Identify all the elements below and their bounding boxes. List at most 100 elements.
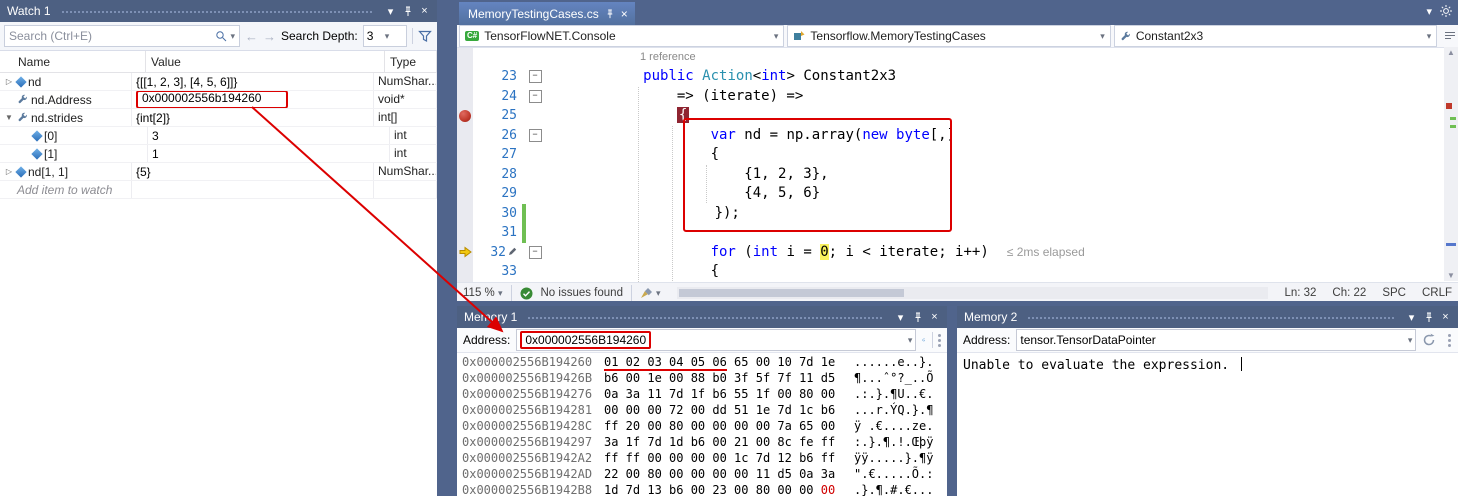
search-input[interactable]: Search (Ctrl+E) ▾ [4,25,240,47]
gear-icon[interactable] [1440,5,1452,17]
search-back-icon[interactable]: ← [245,29,258,44]
navbar-overflow-icon[interactable] [1444,31,1456,41]
close-icon[interactable]: × [1437,309,1454,325]
chevron-down-icon[interactable]: ▾ [230,31,235,42]
toolbar-overflow-icon[interactable] [938,334,941,347]
column-header-type[interactable]: Type [385,51,437,72]
field-icon [15,166,26,177]
code-line[interactable]: 32− for (int i = 0; i < iterate; i++)≤ 2… [457,243,1458,263]
project-dropdown[interactable]: C# TensorFlowNET.Console ▾ [459,25,784,47]
watch-type: int [390,145,437,162]
memory2-message-area[interactable]: Unable to evaluate the expression. [957,353,1458,496]
code-line[interactable]: 24− => (iterate) => [457,87,1458,107]
member-dropdown[interactable]: Constant2x3 ▾ [1114,25,1437,47]
memory1-titlebar[interactable]: Memory 1 ▾ × [457,306,947,328]
scrollbar-thumb[interactable] [679,289,904,297]
status-eol[interactable]: CRLF [1422,287,1452,299]
filter-icon[interactable] [418,30,432,43]
pin-icon[interactable] [399,3,416,19]
chevron-down-icon[interactable]: ▾ [1408,335,1413,346]
code-cleanup-button[interactable]: ▾ [640,287,661,299]
code-line[interactable]: 27 { [457,145,1458,165]
code-line[interactable]: 31 [457,223,1458,243]
watch-name: Add item to watch [17,182,112,198]
window-position-button[interactable]: ▾ [892,309,909,325]
editor-vertical-scrollbar[interactable]: ▲ ▼ [1444,47,1458,281]
codelens-reference-hint[interactable]: 1 reference [640,51,696,63]
row-expander-icon[interactable]: ▷ [4,74,14,90]
horizontal-scrollbar[interactable] [677,287,1269,299]
refresh-icon[interactable] [922,333,925,347]
status-spc[interactable]: SPC [1382,287,1406,299]
chevron-down-icon[interactable]: ▾ [908,335,913,346]
address-input[interactable]: 0x000002556B194260 ▾ [516,329,916,351]
memory-dump[interactable]: 0x000002556B19426001 02 03 04 05 06 65 0… [457,353,947,496]
window-position-button[interactable]: ▾ [382,3,399,19]
line-number: 32 [473,245,522,260]
scroll-down-icon[interactable]: ▼ [1444,271,1458,280]
tab-memorytestingcases[interactable]: MemoryTestingCases.cs × [459,2,635,25]
fold-collapse-box[interactable]: − [529,90,542,103]
memory-bytes: 0a 3a 11 7d 1f b6 55 1f 00 80 00 [604,386,854,402]
code-line[interactable]: 26− var nd = np.array(new byte[,] [457,126,1458,146]
address-input[interactable]: tensor.TensorDataPointer ▾ [1016,329,1416,351]
watch-row[interactable]: nd.Address0x000002556b194260void* [0,91,437,109]
memory-row: 0x000002556B19426001 02 03 04 05 06 65 0… [462,354,947,370]
row-expander-icon[interactable]: ▷ [4,164,14,180]
window-position-button[interactable]: ▾ [1403,309,1420,325]
watch-row[interactable]: Add item to watch [0,181,437,199]
watch-row[interactable]: [1]1int [0,145,437,163]
address-value: tensor.TensorDataPointer [1020,333,1403,347]
watch-row[interactable]: ▼nd.strides{int[2]}int[] [0,109,437,127]
memory-address: 0x000002556B194281 [462,402,604,418]
close-icon[interactable]: × [926,309,943,325]
toolbar-overflow-icon[interactable] [1448,334,1452,347]
line-number: 26 [473,128,522,143]
search-depth-value: 3 [367,29,385,43]
titlebar-grip [1027,316,1395,321]
watch-row[interactable]: ▷nd{[[1, 2, 3], [4, 5, 6]]}NumShar... [0,73,437,91]
search-depth-select[interactable]: 3 ▾ [363,25,407,47]
close-icon[interactable]: × [621,7,628,21]
pin-icon[interactable] [605,9,615,19]
issues-indicator[interactable]: No issues found [541,287,623,299]
refresh-icon[interactable] [1422,333,1436,347]
memory2-titlebar[interactable]: Memory 2 ▾ × [957,306,1458,328]
memory1-title: Memory 1 [464,310,517,324]
fold-collapse-box[interactable]: − [529,129,542,142]
watch-value: 0x000002556b194260 [132,91,374,108]
pin-icon[interactable] [909,309,926,325]
close-icon[interactable]: × [416,3,433,19]
code-line[interactable]: 30 }); [457,204,1458,224]
code-text: {4, 5, 6} [542,184,820,204]
code-text: }); [546,204,740,224]
chevron-down-icon[interactable]: ▾ [1426,5,1432,18]
watch-row[interactable]: ▷nd[1, 1]{5}NumShar... [0,163,437,181]
annotated-bytes: 01 02 03 04 05 06 [604,355,727,371]
column-header-value[interactable]: Value [146,51,385,72]
search-forward-icon[interactable]: → [263,29,276,44]
code-line[interactable]: 25 { [457,106,1458,126]
code-line[interactable]: 28 {1, 2, 3}, [457,165,1458,185]
row-expander-icon[interactable]: ▼ [4,110,14,126]
watch-row[interactable]: [0]3int [0,127,437,145]
search-icon [215,30,227,42]
pin-icon[interactable] [1420,309,1437,325]
type-dropdown[interactable]: Tensorflow.MemoryTestingCases ▾ [787,25,1110,47]
glyph-margin [457,246,473,258]
fold-collapse-box[interactable]: − [529,246,542,259]
memory-bytes: 22 00 80 00 00 00 00 11 d5 0a 3a [604,466,854,482]
code-line[interactable]: 29 {4, 5, 6} [457,184,1458,204]
code-line[interactable]: 33 { [457,262,1458,282]
code-line[interactable]: 23− public Action<int> Constant2x3 [457,67,1458,87]
line-number: 29 [473,186,522,201]
code-area[interactable]: 1 reference 23− public Action<int> Const… [457,48,1458,282]
watch-titlebar[interactable]: Watch 1 ▾ × [0,0,437,22]
breakpoint-icon[interactable] [459,110,471,122]
fold-collapse-box[interactable]: − [529,70,542,83]
column-header-name[interactable]: Name [0,51,146,72]
code-text: {1, 2, 3}, [542,165,829,185]
scroll-up-icon[interactable]: ▲ [1444,48,1458,57]
zoom-select[interactable]: 115 % ▾ [463,287,503,299]
memory-ascii: ...r.ÝQ.}.¶ [854,402,933,418]
